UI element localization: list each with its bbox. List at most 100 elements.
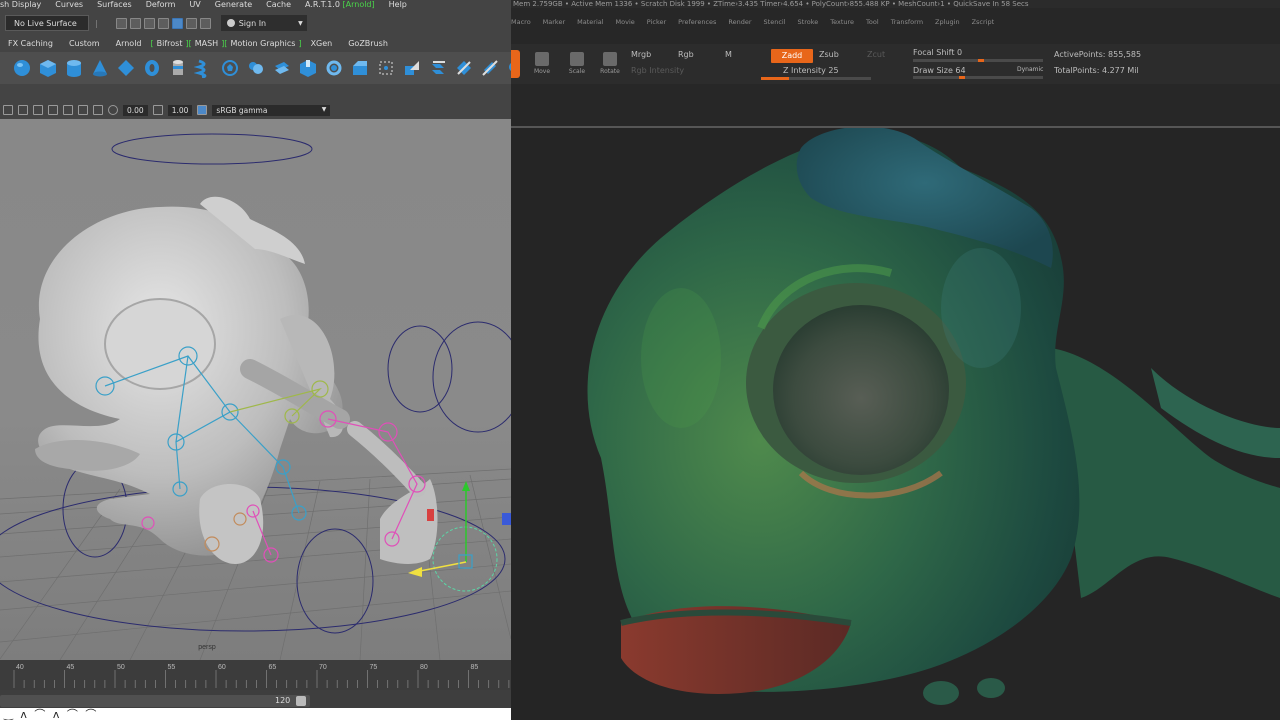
helix-icon[interactable] xyxy=(194,58,214,78)
zb-menu-macro[interactable]: Macro xyxy=(511,16,531,28)
sphere-icon[interactable] xyxy=(12,58,32,78)
zb-menu-stencil[interactable]: Stencil xyxy=(764,16,786,28)
zb-menu-tool[interactable]: Tool xyxy=(866,16,879,28)
time-slider[interactable]: 40 45 50 55 60 65 70 75 80 85 xyxy=(0,660,511,690)
cube-icon[interactable] xyxy=(38,58,58,78)
time-slider-ruler: 40 45 50 55 60 65 70 75 80 85 xyxy=(13,664,510,688)
menu-art[interactable]: A.R.T.1.0 [Arnold] xyxy=(305,0,375,10)
zb-menu-zplugin[interactable]: Zplugin xyxy=(935,16,960,28)
menu-uv[interactable]: UV xyxy=(189,0,200,10)
cylinder-icon[interactable] xyxy=(64,58,84,78)
zadd-button[interactable]: Zadd xyxy=(771,49,813,63)
sign-in-button[interactable]: Sign In ▼ xyxy=(220,15,307,31)
live-surface-field[interactable]: No Live Surface xyxy=(5,15,89,31)
focal-shift-label[interactable]: Focal Shift 0 xyxy=(913,48,962,57)
exposure-field[interactable]: 0.00 xyxy=(123,104,148,116)
zbrush-canvas[interactable] xyxy=(511,126,1280,720)
image-plane-icon[interactable] xyxy=(93,105,103,115)
move-button[interactable]: Move xyxy=(527,50,557,80)
maya-menubar: sh Display Curves Surfaces Deform UV Gen… xyxy=(0,0,511,10)
menu-mesh-display[interactable]: sh Display xyxy=(0,0,41,10)
separate-icon[interactable] xyxy=(272,58,292,78)
view-transform-select[interactable]: sRGB gamma ▼ xyxy=(212,104,331,116)
shelf-tab-motion-graphics[interactable]: Motion Graphics xyxy=(228,38,297,50)
zb-menu-transform[interactable]: Transform xyxy=(891,16,923,28)
zsub-button[interactable]: Zsub xyxy=(819,50,839,59)
m-button[interactable]: M xyxy=(725,50,732,59)
focal-shift-slider[interactable] xyxy=(913,59,1043,62)
grid-toggle-icon[interactable] xyxy=(48,105,58,115)
scale-button[interactable]: Scale xyxy=(562,50,592,80)
dynamic-button[interactable]: Dynamic xyxy=(1017,66,1043,73)
rgb-intensity-slider[interactable]: Rgb Intensity xyxy=(631,66,684,75)
xray-icon[interactable] xyxy=(3,105,13,115)
rotate-button[interactable]: Rotate xyxy=(595,50,625,80)
combine-icon[interactable] xyxy=(246,58,266,78)
range-end-value[interactable]: 120 xyxy=(275,695,290,707)
zb-menu-picker[interactable]: Picker xyxy=(647,16,666,28)
attribute-editor-icon[interactable] xyxy=(185,17,197,29)
tail-controller xyxy=(387,325,453,413)
draw-size-slider[interactable] xyxy=(913,76,1043,79)
smooth-icon[interactable] xyxy=(480,58,500,78)
shelf-tab-fx-caching[interactable]: FX Caching xyxy=(0,38,61,50)
z-intensity-slider[interactable] xyxy=(761,77,871,80)
range-bar[interactable] xyxy=(0,695,310,707)
render-view-icon[interactable] xyxy=(129,17,141,29)
camera-attributes-icon[interactable] xyxy=(63,105,73,115)
menu-generate[interactable]: Generate xyxy=(215,0,252,10)
shelf-tab-xgen[interactable]: XGen xyxy=(303,38,341,50)
zb-menu-material[interactable]: Material xyxy=(577,16,603,28)
bevel-icon[interactable] xyxy=(350,58,370,78)
shelf-tab-gozbrush[interactable]: GoZBrush xyxy=(340,38,396,50)
shelf-tab-mash[interactable]: MASH xyxy=(193,38,220,50)
ipr-icon[interactable] xyxy=(143,17,155,29)
cone-icon[interactable] xyxy=(90,58,110,78)
extrude-icon[interactable] xyxy=(298,58,318,78)
shelf-tab-arnold[interactable]: Arnold xyxy=(108,38,150,50)
zb-menu-render[interactable]: Render xyxy=(728,16,751,28)
pipe-icon[interactable] xyxy=(168,58,188,78)
menu-arnold[interactable]: [Arnold] xyxy=(343,0,375,9)
menu-curves[interactable]: Curves xyxy=(55,0,83,10)
mirror-icon[interactable] xyxy=(454,58,474,78)
menu-surfaces[interactable]: Surfaces xyxy=(97,0,132,10)
menu-deform[interactable]: Deform xyxy=(146,0,176,10)
zb-menu-stroke[interactable]: Stroke xyxy=(798,16,819,28)
target-weld-icon[interactable] xyxy=(402,58,422,78)
isolate-icon[interactable] xyxy=(33,105,43,115)
bridge-icon[interactable] xyxy=(324,58,344,78)
render-settings-icon[interactable] xyxy=(157,17,169,29)
channel-box-icon[interactable] xyxy=(199,17,211,29)
z-intensity-label[interactable]: Z Intensity 25 xyxy=(783,66,839,75)
draw-size-label[interactable]: Draw Size 64 xyxy=(913,66,966,75)
torus-icon[interactable] xyxy=(142,58,162,78)
insert-loop-icon[interactable] xyxy=(428,58,448,78)
range-handle[interactable] xyxy=(296,696,306,706)
zb-menu-movie[interactable]: Movie xyxy=(616,16,635,28)
shelf-tab-bifrost[interactable]: Bifrost xyxy=(155,38,185,50)
gamma-field[interactable]: 1.00 xyxy=(167,104,193,116)
menu-cache[interactable]: Cache xyxy=(266,0,291,10)
multi-cut-icon[interactable] xyxy=(376,58,396,78)
rgb-button[interactable]: Rgb xyxy=(678,50,694,59)
zb-menu-zscript[interactable]: Zscript xyxy=(972,16,995,28)
render-icon[interactable] xyxy=(115,17,127,29)
exposure-icon[interactable] xyxy=(108,105,118,115)
wireframe-icon[interactable] xyxy=(18,105,28,115)
soccer-ball-icon[interactable] xyxy=(220,58,240,78)
hypershade-icon[interactable] xyxy=(171,17,183,29)
persp-viewport[interactable]: persp xyxy=(0,119,511,660)
plane-icon[interactable] xyxy=(116,58,136,78)
zcut-button[interactable]: Zcut xyxy=(867,50,885,59)
zb-menu-texture[interactable]: Texture xyxy=(830,16,854,28)
draw-mode-button[interactable] xyxy=(511,50,520,78)
shelf-tab-custom[interactable]: Custom xyxy=(61,38,108,50)
color-management-icon[interactable] xyxy=(197,105,208,115)
zb-menu-marker[interactable]: Marker xyxy=(543,16,565,28)
bookmark-icon[interactable] xyxy=(78,105,88,115)
mrgb-button[interactable]: Mrgb xyxy=(631,50,651,59)
zb-menu-preferences[interactable]: Preferences xyxy=(678,16,716,28)
gamma-icon[interactable] xyxy=(152,105,163,115)
menu-help[interactable]: Help xyxy=(389,0,407,10)
